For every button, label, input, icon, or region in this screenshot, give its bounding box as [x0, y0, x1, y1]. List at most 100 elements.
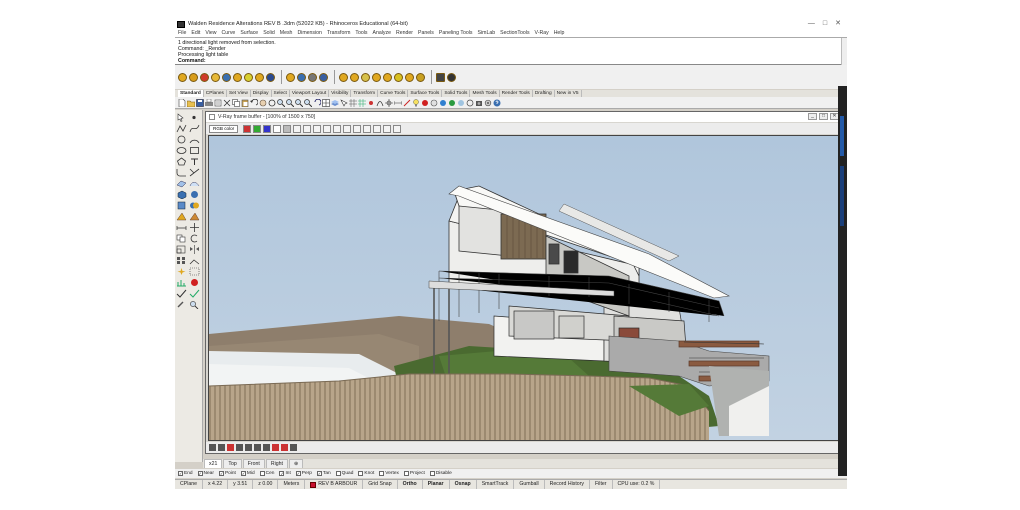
close-button[interactable]: ✕: [835, 20, 841, 28]
light-bulb-icon[interactable]: [412, 98, 420, 107]
srgb-icon[interactable]: [281, 444, 288, 451]
osnap-disable-checkbox[interactable]: [429, 471, 435, 476]
status-cplane[interactable]: CPlane: [175, 480, 204, 489]
vray-help-icon[interactable]: [447, 72, 456, 82]
osnap-near-checkbox[interactable]: ✓: [197, 471, 203, 476]
menu-mesh[interactable]: Mesh: [280, 30, 293, 36]
mesh-icon[interactable]: [358, 98, 366, 107]
copy-icon[interactable]: [232, 98, 240, 107]
osnap-perp-checkbox[interactable]: ✓: [295, 471, 301, 476]
undo-view-icon[interactable]: [313, 98, 322, 107]
osnap-cen[interactable]: Cen: [259, 471, 274, 476]
options-icon[interactable]: [484, 99, 492, 107]
status-osnap[interactable]: Osnap: [450, 480, 477, 489]
tab-set-view[interactable]: Set View: [227, 90, 251, 97]
menu-dimension[interactable]: Dimension: [297, 30, 322, 36]
tab-transform[interactable]: Transform: [351, 90, 379, 97]
tab-curve-tools[interactable]: Curve Tools: [378, 90, 409, 97]
green-channel-icon[interactable]: [253, 124, 262, 133]
channel-select[interactable]: RGB color: [209, 124, 239, 133]
render-material-icon[interactable]: [421, 99, 429, 107]
vray-render-icon[interactable]: [178, 72, 187, 82]
level-icon[interactable]: [236, 444, 243, 451]
check-tool-icon[interactable]: [189, 289, 200, 298]
vray-ies-icon[interactable]: [255, 72, 264, 82]
vray-light-icon[interactable]: [361, 72, 370, 82]
curve-icon[interactable]: [189, 124, 200, 133]
osnap-mid[interactable]: ✓ Mid: [240, 471, 255, 476]
array-icon[interactable]: [176, 256, 187, 265]
tab-drafting[interactable]: Drafting: [533, 90, 555, 97]
osnap-int-checkbox[interactable]: ✓: [279, 471, 285, 476]
circle-icon[interactable]: [176, 135, 187, 144]
box-icon[interactable]: [176, 190, 187, 200]
undo-icon[interactable]: [250, 98, 259, 107]
paste-icon[interactable]: [241, 99, 249, 107]
rotate-view-icon[interactable]: [268, 99, 276, 107]
status-layer[interactable]: REV B ARBOUR: [305, 480, 364, 489]
menu-panels[interactable]: Panels: [418, 30, 434, 36]
minimize-button[interactable]: —: [808, 20, 815, 28]
osnap-end[interactable]: ✓ End: [178, 471, 193, 476]
duplicate-icon[interactable]: [323, 124, 332, 133]
menu-transform[interactable]: Transform: [327, 30, 350, 36]
vray-light-icon[interactable]: [372, 72, 381, 82]
osnap-project[interactable]: Project: [403, 471, 425, 476]
print-icon[interactable]: [205, 98, 213, 107]
status-planar[interactable]: Planar: [423, 480, 450, 489]
render-viewport[interactable]: [208, 135, 839, 441]
surface-icon[interactable]: [176, 179, 187, 188]
join-icon[interactable]: [189, 256, 200, 265]
osnap-point-checkbox[interactable]: ✓: [218, 471, 224, 476]
scale-icon[interactable]: [176, 245, 187, 254]
rectangle-icon[interactable]: [189, 146, 200, 155]
camera-icon[interactable]: [475, 99, 483, 107]
vray-light-icon[interactable]: [211, 72, 220, 82]
help-icon[interactable]: [493, 99, 501, 107]
lut-icon[interactable]: [373, 124, 382, 133]
boolean-icon[interactable]: [189, 201, 200, 210]
compare-icon[interactable]: [218, 444, 225, 451]
red-marker-icon[interactable]: [227, 444, 234, 451]
menu-help[interactable]: Help: [554, 30, 565, 36]
tab-right[interactable]: Right: [265, 459, 288, 468]
osnap-icon[interactable]: [385, 98, 393, 107]
osnap-quad-checkbox[interactable]: [335, 471, 341, 476]
zoom-selected-icon[interactable]: [304, 98, 313, 107]
tab-mesh-tools[interactable]: Mesh Tools: [470, 90, 500, 97]
blue-channel-icon[interactable]: [263, 124, 272, 133]
vray-material-icon[interactable]: [200, 72, 209, 82]
extrude-icon[interactable]: [176, 201, 187, 210]
vray-fur-icon[interactable]: [297, 72, 306, 82]
pixel-info-icon[interactable]: [353, 124, 362, 133]
polyline-icon[interactable]: [176, 124, 187, 133]
menu-curve[interactable]: Curve: [221, 30, 235, 36]
menu-simlab[interactable]: SimLab: [478, 30, 496, 36]
tab-surface-tools[interactable]: Surface Tools: [408, 90, 443, 97]
menu-solid[interactable]: Solid: [263, 30, 275, 36]
status-grid-snap[interactable]: Grid Snap: [363, 480, 398, 489]
vray-options-icon[interactable]: [189, 72, 198, 82]
vray-light-icon[interactable]: [405, 72, 414, 82]
tab-standard[interactable]: Standard: [178, 90, 204, 97]
menu-render[interactable]: Render: [396, 30, 413, 36]
vray-light-icon[interactable]: [350, 72, 359, 82]
vray-plane-icon[interactable]: [308, 72, 317, 82]
exposure-icon[interactable]: [254, 444, 261, 451]
ghosted-icon[interactable]: [457, 99, 465, 107]
vray-tools-icon[interactable]: [436, 72, 445, 82]
zoom-window-icon[interactable]: [286, 98, 295, 107]
grid-icon[interactable]: [349, 98, 357, 107]
osnap-point[interactable]: ✓ Point: [218, 471, 236, 476]
tab-render-tools[interactable]: Render Tools: [500, 90, 533, 97]
menu-analyze[interactable]: Analyze: [373, 30, 391, 36]
checkmark-icon[interactable]: [176, 289, 187, 298]
sphere-icon[interactable]: [189, 190, 200, 199]
menu-file[interactable]: File: [178, 30, 186, 36]
vray-light-icon[interactable]: [394, 72, 403, 82]
render-sphere-icon[interactable]: [430, 99, 438, 107]
osnap-project-checkbox[interactable]: [403, 471, 409, 476]
move-icon[interactable]: [189, 223, 200, 232]
tab-new-in-v5[interactable]: New in V5: [555, 90, 582, 97]
stop-render-icon[interactable]: [383, 124, 392, 133]
